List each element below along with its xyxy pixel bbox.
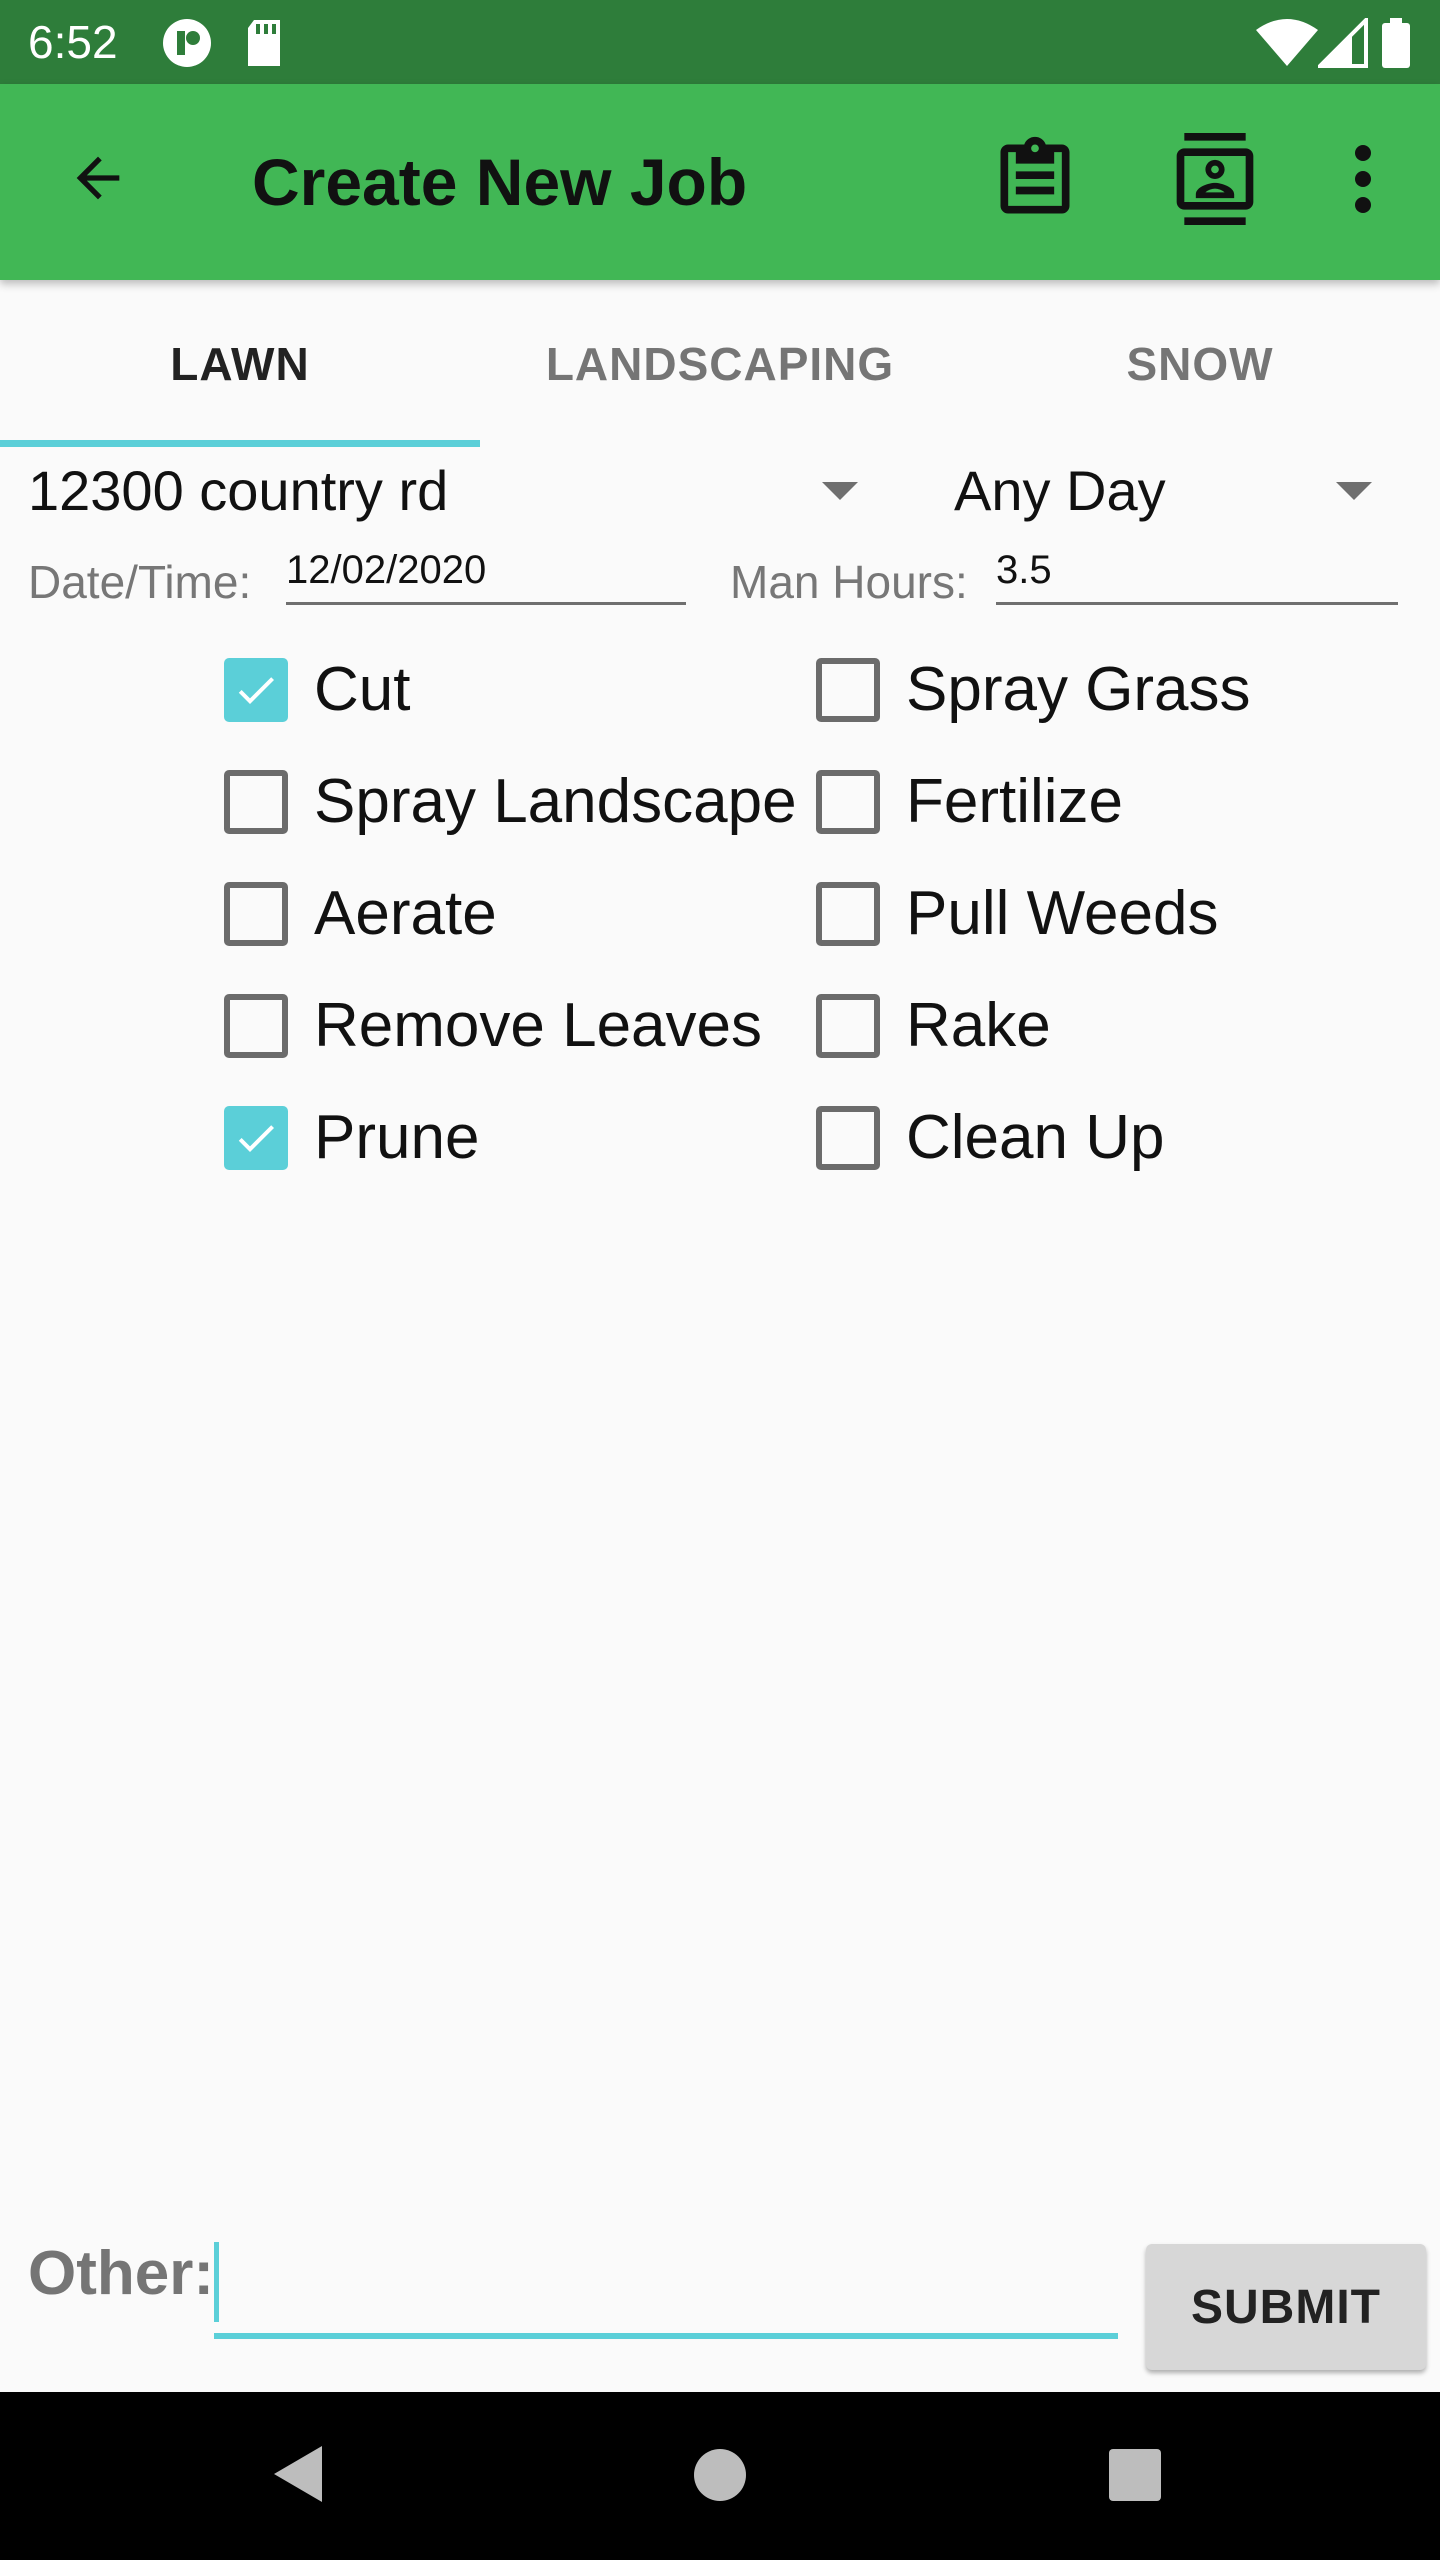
- man-hours-field[interactable]: 3.5: [996, 546, 1052, 594]
- other-label: Other:: [28, 2239, 214, 2308]
- day-dropdown-value: Any Day: [954, 459, 1166, 522]
- service-checkbox-aerate[interactable]: Aerate: [224, 879, 794, 976]
- recents-square-icon[interactable]: [1108, 2448, 1162, 2507]
- sd-card-icon: [244, 18, 284, 73]
- checkbox-unchecked-icon: [224, 882, 288, 946]
- checkbox-unchecked-icon: [816, 882, 880, 946]
- text-cursor: [214, 2242, 219, 2322]
- status-time: 6:52: [28, 16, 118, 68]
- day-dropdown-arrow-icon: [1336, 482, 1372, 500]
- service-label: Spray Grass: [906, 655, 1251, 724]
- checkbox-unchecked-icon: [816, 994, 880, 1058]
- page-title: Create New Job: [252, 145, 748, 219]
- service-label: Prune: [314, 1103, 480, 1172]
- date-time-label: Date/Time:: [28, 556, 252, 608]
- battery-icon: [1382, 18, 1410, 73]
- date-time-underline: [286, 602, 686, 605]
- wifi-icon: [1256, 18, 1318, 73]
- cell-signal-icon: [1315, 15, 1368, 73]
- service-checkbox-pull-weeds[interactable]: Pull Weeds: [816, 879, 1416, 976]
- service-checkbox-spray-landscape[interactable]: Spray Landscape: [224, 767, 797, 864]
- checkbox-unchecked-icon: [816, 1106, 880, 1170]
- tab-lawn[interactable]: LAWN: [0, 280, 480, 448]
- tab-snow[interactable]: SNOW: [960, 280, 1440, 448]
- address-dropdown-value: 12300 country rd: [28, 459, 449, 522]
- service-checkbox-fertilize[interactable]: Fertilize: [816, 767, 1416, 864]
- app-notification-icon: [162, 18, 212, 73]
- tab-landscaping[interactable]: LANDSCAPING: [480, 280, 960, 448]
- more-vert-icon[interactable]: [1308, 124, 1418, 234]
- checkbox-unchecked-icon: [816, 770, 880, 834]
- service-checkbox-cut[interactable]: Cut: [224, 655, 794, 752]
- tab-indicator: [0, 440, 480, 447]
- clipboard-icon[interactable]: [980, 124, 1090, 234]
- man-hours-label: Man Hours:: [730, 556, 968, 608]
- checkbox-unchecked-icon: [224, 770, 288, 834]
- service-label: Remove Leaves: [314, 991, 763, 1060]
- service-label: Spray Landscape: [314, 767, 797, 836]
- service-label: Fertilize: [906, 767, 1124, 836]
- back-triangle-icon[interactable]: [270, 2442, 326, 2511]
- address-dropdown-arrow-icon: [822, 482, 858, 500]
- status-bar: [0, 0, 1440, 84]
- man-hours-underline: [996, 602, 1398, 605]
- service-checkbox-rake[interactable]: Rake: [816, 991, 1416, 1088]
- service-checkbox-remove-leaves[interactable]: Remove Leaves: [224, 991, 794, 1088]
- service-checkbox-prune[interactable]: Prune: [224, 1103, 794, 1200]
- service-label: Pull Weeds: [906, 879, 1219, 948]
- contact-card-icon[interactable]: [1160, 124, 1270, 234]
- checkbox-unchecked-icon: [224, 994, 288, 1058]
- other-input-underline: [214, 2333, 1118, 2339]
- checkbox-checked-icon: [224, 1106, 288, 1170]
- submit-button[interactable]: SUBMIT: [1146, 2244, 1426, 2370]
- service-checkbox-spray-grass[interactable]: Spray Grass: [816, 655, 1416, 752]
- service-checkbox-clean-up[interactable]: Clean Up: [816, 1103, 1416, 1200]
- service-label: Cut: [314, 655, 411, 724]
- checkbox-unchecked-icon: [816, 658, 880, 722]
- back-arrow-icon[interactable]: [50, 130, 146, 226]
- other-input[interactable]: [214, 2236, 1122, 2338]
- home-circle-icon[interactable]: [693, 2448, 747, 2507]
- service-label: Clean Up: [906, 1103, 1165, 1172]
- service-label: Aerate: [314, 879, 497, 948]
- date-time-field[interactable]: 12/02/2020: [286, 546, 486, 594]
- checkbox-checked-icon: [224, 658, 288, 722]
- service-label: Rake: [906, 991, 1051, 1060]
